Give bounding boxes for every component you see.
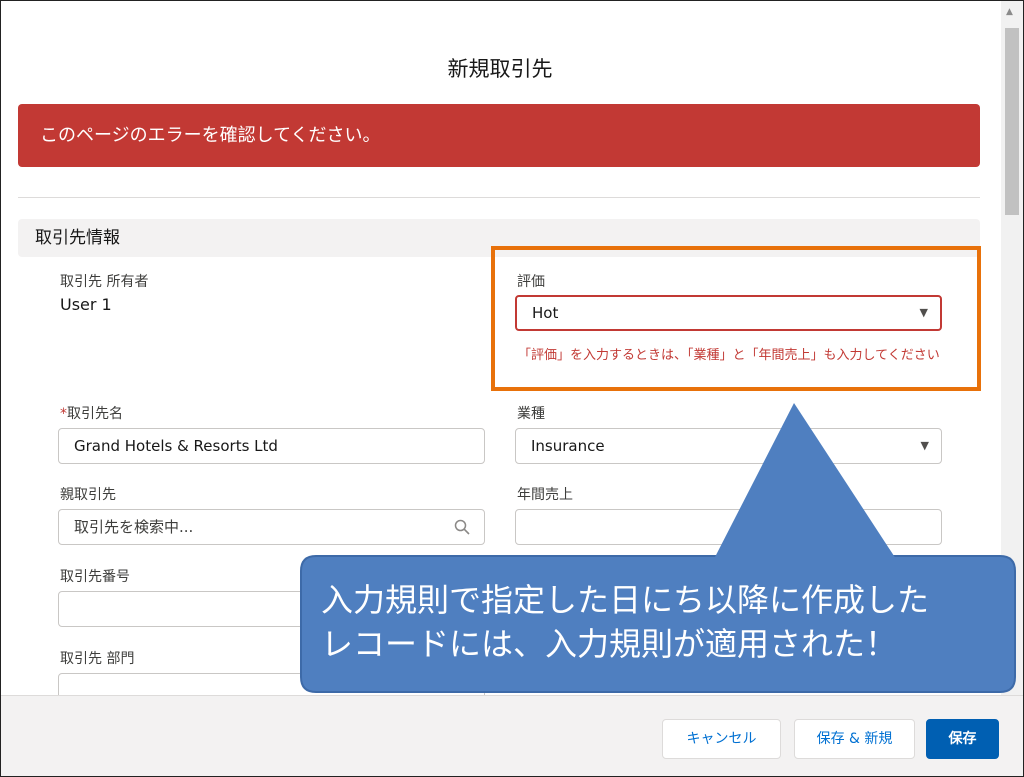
chevron-down-icon: ▼ — [920, 439, 929, 452]
dialog-title: 新規取引先 — [447, 57, 553, 81]
dialog-footer: キャンセル 保存 & 新規 保存 — [1, 695, 1023, 776]
industry-label: 業種 — [517, 406, 545, 422]
required-mark: * — [60, 406, 67, 422]
error-banner: このページのエラーを確認してください。 — [18, 104, 980, 167]
parent-account-placeholder: 取引先を検索中... — [74, 518, 194, 536]
department-label: 取引先 部門 — [60, 651, 135, 667]
section-title: 取引先情報 — [35, 228, 120, 248]
parent-account-label: 親取引先 — [60, 487, 116, 503]
scrollbar-thumb[interactable] — [1005, 28, 1019, 215]
account-name-label-text: 取引先名 — [67, 406, 123, 422]
account-number-label: 取引先番号 — [60, 569, 130, 585]
parent-account-search-input[interactable]: 取引先を検索中... — [58, 509, 485, 545]
search-icon — [454, 519, 470, 535]
callout-pointer — [714, 403, 896, 559]
error-banner-text: このページのエラーを確認してください。 — [40, 125, 381, 146]
owner-label: 取引先 所有者 — [60, 274, 149, 290]
account-name-input[interactable]: Grand Hotels & Resorts Ltd — [58, 428, 485, 464]
callout-line-1: 入力規則で指定した日にち以降に作成した — [321, 581, 930, 619]
callout-line-2: レコードには、入力規則が適用された！ — [321, 625, 898, 663]
save-button[interactable]: 保存 — [926, 719, 999, 759]
divider — [18, 197, 980, 198]
save-and-new-button[interactable]: 保存 & 新規 — [794, 719, 915, 759]
scroll-up-icon[interactable]: ▲ — [1006, 7, 1013, 17]
new-account-dialog: 新規取引先 このページのエラーを確認してください。 取引先情報 取引先 所有者 … — [0, 0, 1024, 777]
callout-text: 入力規則で指定した日にち以降に作成した レコードには、入力規則が適用された！ — [321, 578, 1011, 666]
owner-value: User 1 — [60, 295, 112, 314]
cancel-button[interactable]: キャンセル — [662, 719, 781, 759]
industry-value: Insurance — [531, 437, 605, 455]
account-name-label: *取引先名 — [60, 403, 123, 423]
annual-revenue-label: 年間売上 — [517, 487, 573, 503]
highlight-box — [491, 246, 981, 391]
